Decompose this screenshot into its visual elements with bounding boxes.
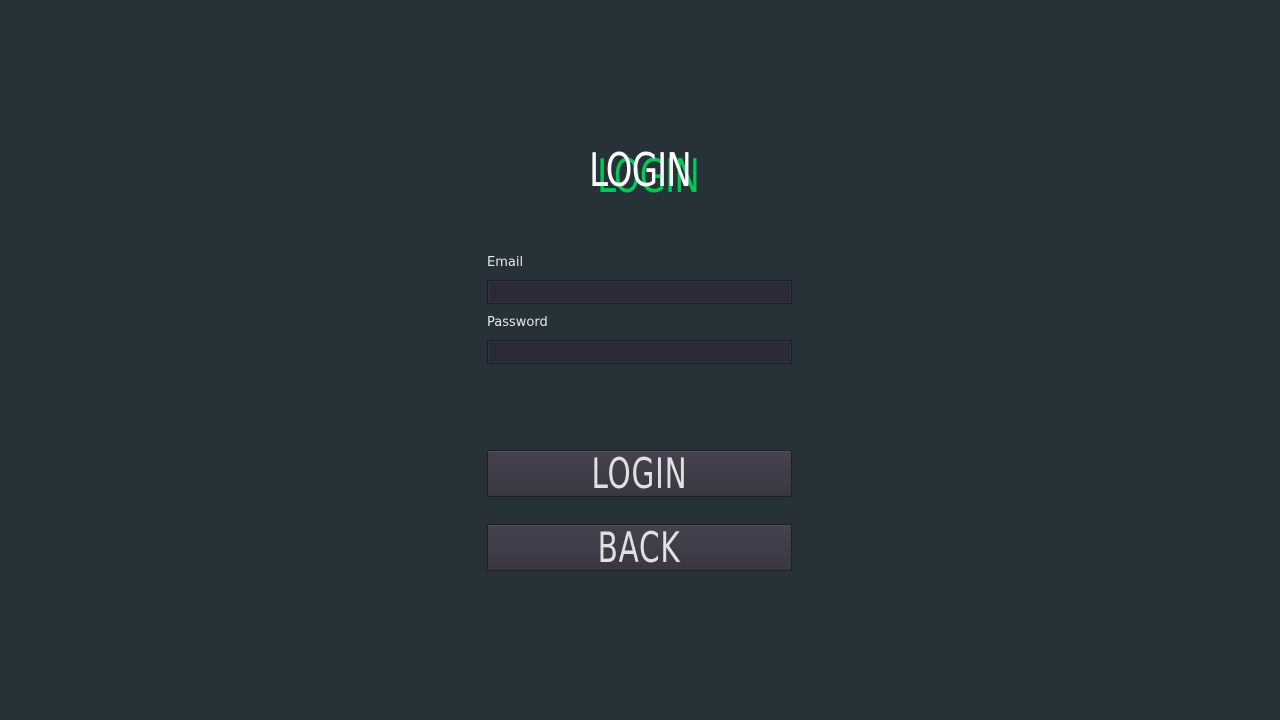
password-label: Password (487, 315, 548, 330)
email-label: Email (487, 255, 524, 270)
email-field[interactable] (487, 280, 792, 304)
login-form: Email Password (487, 252, 792, 372)
password-field[interactable] (487, 340, 792, 364)
page-title-text: LOGIN (589, 143, 692, 197)
back-button-label: BACK (598, 524, 681, 571)
back-button[interactable]: BACK (487, 524, 792, 571)
login-button-label: LOGIN (591, 450, 688, 497)
login-button[interactable]: LOGIN (487, 450, 792, 497)
page-title: LOGIN LOGIN (0, 142, 1280, 203)
login-screen: LOGIN LOGIN Email Password LOGIN BACK (0, 0, 1280, 720)
